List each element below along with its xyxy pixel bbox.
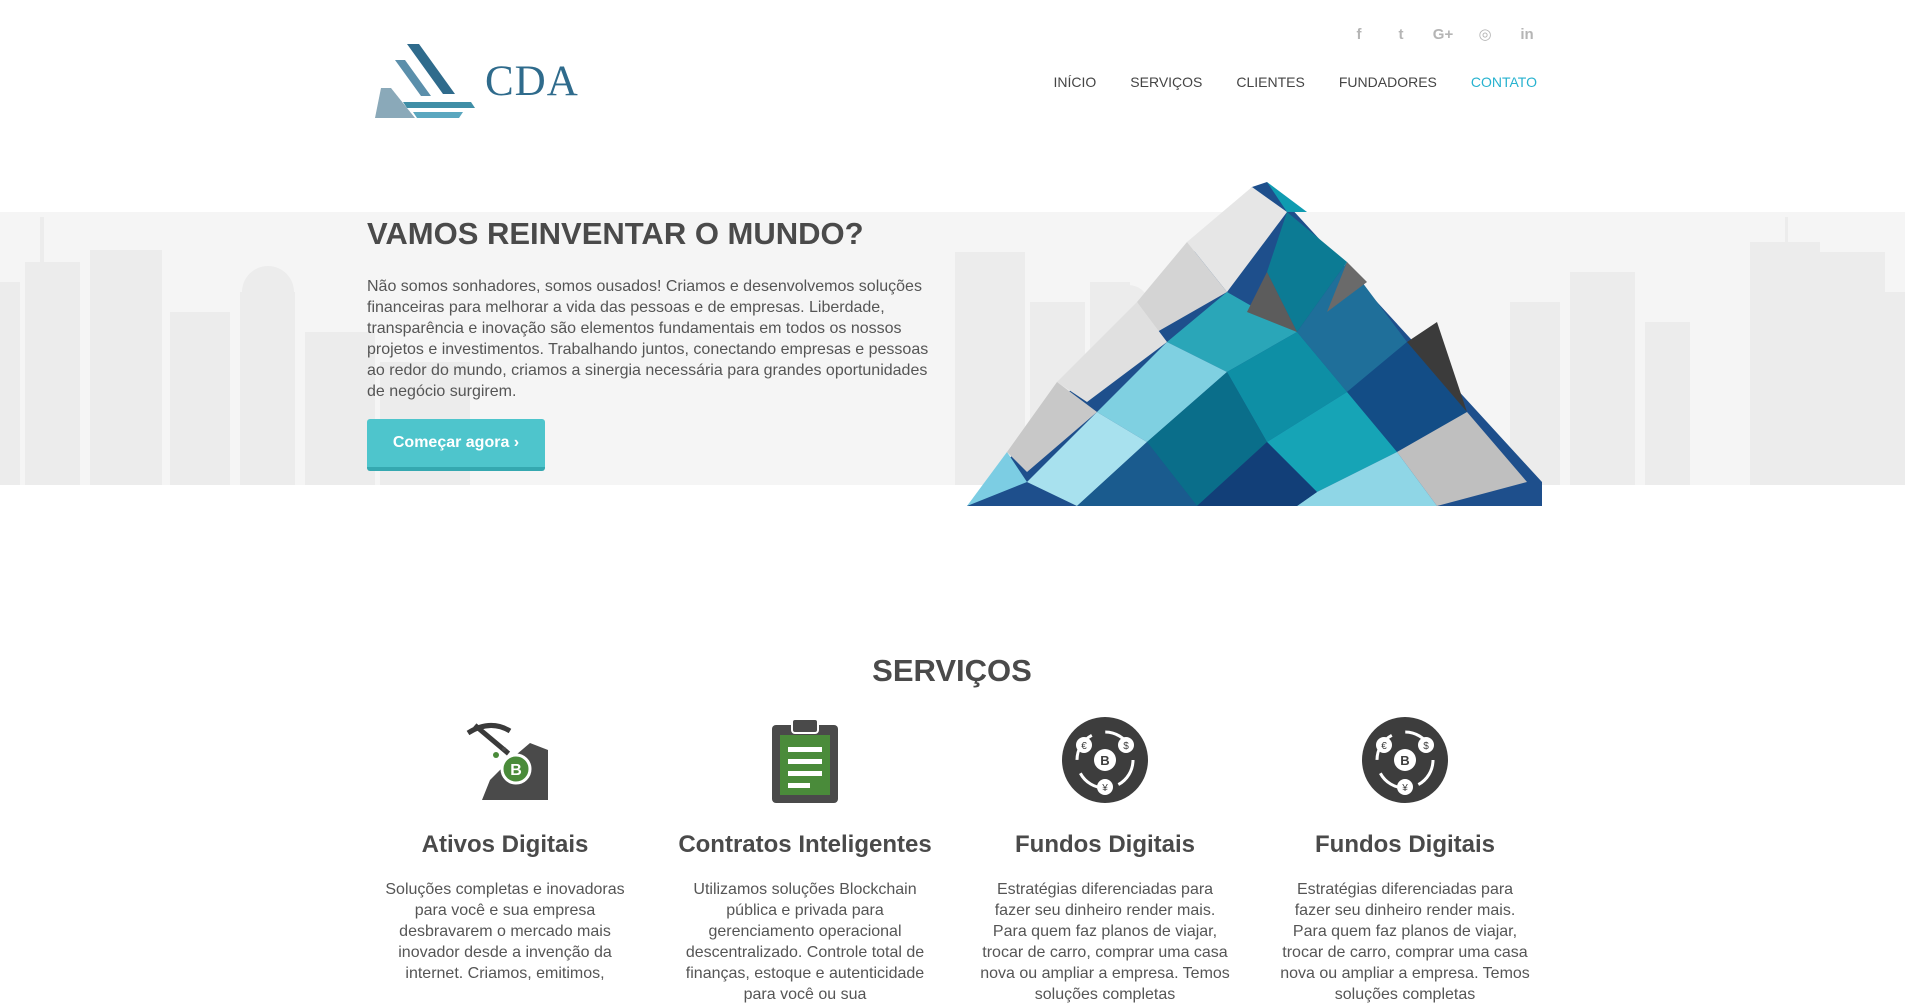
service-title: Fundos Digitais [1015,831,1195,858]
svg-text:€: € [1081,741,1087,752]
svg-text:€: € [1381,741,1387,752]
service-title: Ativos Digitais [421,831,589,858]
logo-mark-icon [375,44,475,118]
crypto-exchange-icon: B € $ ¥ [1360,715,1450,805]
nav-item-servicos[interactable]: SERVIÇOS [1130,74,1202,90]
nav-item-inicio[interactable]: INÍCIO [1054,74,1097,90]
hero-title: VAMOS REINVENTAR O MUNDO? [367,216,864,251]
mining-pickaxe-icon: B [460,715,550,805]
service-card: B € $ ¥ Fundos Digitais Estratégias dife… [1275,715,1535,1005]
service-title: Fundos Digitais [1315,831,1495,858]
service-description: Soluções completas e inovadoras para voc… [385,881,625,982]
google-plus-icon[interactable]: G+ [1433,24,1453,44]
service-card: B Ativos Digitais Soluções completas e i… [375,715,635,984]
svg-text:¥: ¥ [1401,783,1408,794]
service-card: Contratos Inteligentes Utilizamos soluçõ… [675,715,935,1005]
nav-item-contato[interactable]: CONTATO [1471,74,1537,90]
service-card: B € $ ¥ Fundos Digitais Estratégias dife… [975,715,1235,1005]
start-now-button[interactable]: Começar agora › [367,419,545,471]
twitter-icon[interactable]: t [1391,24,1411,44]
brand-logo[interactable]: CDA [375,44,579,118]
svg-text:$: $ [1423,741,1429,752]
services-title: SERVIÇOS [872,653,1032,688]
clipboard-icon [760,715,850,805]
hero-text: Não somos sonhadores, somos ousados! Cri… [367,278,929,400]
brand-name: CDA [485,57,579,105]
page-container: f t G+ ◎ in CDA INÍCIO SERVIÇOS CLIENTES… [367,0,1542,1003]
social-links: f t G+ ◎ in [1349,24,1537,44]
mountain-illustration [967,182,1542,506]
svg-text:¥: ¥ [1101,783,1108,794]
svg-text:B: B [1400,753,1409,768]
service-title: Contratos Inteligentes [678,831,932,858]
dribbble-icon[interactable]: ◎ [1475,24,1495,44]
main-nav: INÍCIO SERVIÇOS CLIENTES FUNDADORES CONT… [1054,74,1538,90]
service-description: Estratégias diferenciadas para fazer seu… [980,881,1230,1003]
svg-text:$: $ [1123,741,1129,752]
linkedin-icon[interactable]: in [1517,24,1537,44]
service-description: Utilizamos soluções Blockchain pública e… [685,881,925,1003]
svg-text:B: B [1100,753,1109,768]
nav-item-clientes[interactable]: CLIENTES [1236,74,1304,90]
svg-text:B: B [510,762,522,779]
nav-item-fundadores[interactable]: FUNDADORES [1339,74,1437,90]
facebook-icon[interactable]: f [1349,24,1369,44]
crypto-exchange-icon: B € $ ¥ [1060,715,1150,805]
service-description: Estratégias diferenciadas para fazer seu… [1280,881,1530,1003]
